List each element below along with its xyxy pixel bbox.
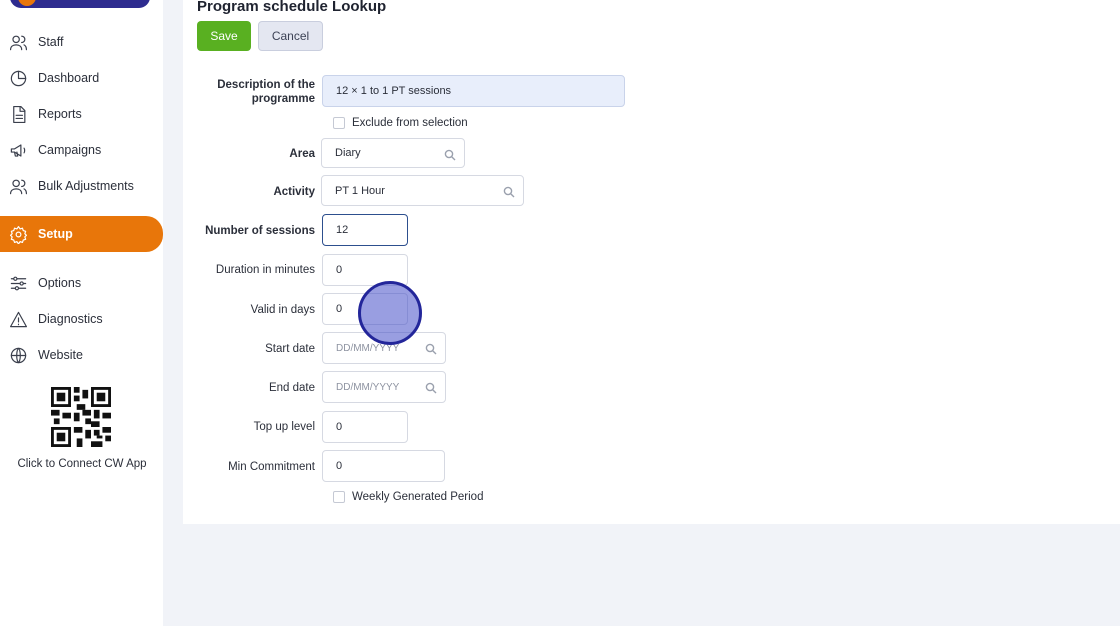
exclude-checkbox[interactable]: [333, 117, 345, 129]
sidebar-item-reports[interactable]: Reports: [0, 97, 163, 131]
min-commitment-input[interactable]: 0: [322, 450, 445, 482]
exclude-checkbox-row[interactable]: Exclude from selection: [333, 116, 468, 130]
search-icon[interactable]: [444, 149, 456, 161]
sidebar: Staff Dashboard Reports Campaigns Bulk A…: [0, 0, 163, 626]
top-up-label: Top up level: [253, 421, 315, 433]
logo-mark: [16, 0, 38, 8]
sidebar-item-label: Bulk Adjustments: [38, 179, 134, 193]
qr-code-icon[interactable]: [51, 387, 111, 447]
brand-logo[interactable]: [10, 0, 150, 8]
page-title: Program schedule Lookup: [197, 0, 387, 15]
document-icon: [8, 104, 28, 124]
duration-label: Duration in minutes: [215, 264, 315, 276]
end-date-label: End date: [268, 382, 315, 394]
sidebar-item-diagnostics[interactable]: Diagnostics: [0, 302, 163, 336]
exclude-label: Exclude from selection: [352, 117, 468, 129]
sessions-label: Number of sessions: [205, 225, 315, 237]
activity-label: Activity: [273, 186, 315, 198]
description-label: Description of the programme: [217, 79, 315, 105]
search-icon[interactable]: [425, 382, 437, 394]
sliders-icon: [8, 273, 28, 293]
area-label: Area: [289, 148, 315, 160]
sidebar-item-label: Staff: [38, 35, 64, 49]
users-icon: [8, 176, 28, 196]
search-icon[interactable]: [503, 186, 515, 198]
sidebar-item-campaigns[interactable]: Campaigns: [0, 133, 163, 167]
sidebar-item-options[interactable]: Options: [0, 266, 163, 300]
sidebar-item-bulk-adjustments[interactable]: Bulk Adjustments: [0, 169, 163, 203]
sidebar-item-label: Dashboard: [38, 71, 100, 85]
warning-icon: [8, 309, 28, 329]
sidebar-item-staff[interactable]: Staff: [0, 25, 163, 59]
sidebar-item-label: Setup: [38, 227, 73, 241]
end-date-field[interactable]: DD/MM/YYYY: [322, 371, 446, 403]
min-commitment-label: Min Commitment: [228, 461, 315, 473]
weekly-checkbox-row[interactable]: Weekly Generated Period: [333, 490, 483, 504]
description-field[interactable]: 12 × 1 to 1 PT sessions: [322, 75, 625, 107]
sidebar-item-label: Campaigns: [38, 143, 102, 157]
qr-caption[interactable]: Click to Connect CW App: [16, 457, 148, 471]
cancel-button[interactable]: Cancel: [258, 21, 323, 51]
weekly-label: Weekly Generated Period: [352, 491, 484, 503]
start-date-label: Start date: [265, 343, 315, 355]
sidebar-item-label: Diagnostics: [38, 312, 103, 326]
save-button[interactable]: Save: [197, 21, 251, 51]
weekly-checkbox[interactable]: [333, 491, 345, 503]
users-icon: [8, 32, 28, 52]
gear-icon: [8, 224, 28, 244]
pie-chart-icon: [8, 68, 28, 88]
activity-field[interactable]: PT 1 Hour: [321, 175, 524, 206]
top-up-input[interactable]: 0: [322, 411, 408, 443]
sidebar-item-setup[interactable]: Setup: [0, 216, 163, 252]
megaphone-icon: [8, 140, 28, 160]
end-date-placeholder: DD/MM/YYYY: [336, 381, 400, 393]
sidebar-item-website[interactable]: Website: [0, 338, 163, 372]
sessions-input[interactable]: 12: [322, 214, 408, 246]
activity-value: PT 1 Hour: [335, 184, 385, 197]
sidebar-item-label: Reports: [38, 107, 82, 121]
search-icon[interactable]: [425, 343, 437, 355]
sidebar-item-label: Website: [38, 348, 83, 362]
area-field[interactable]: Diary: [321, 138, 465, 168]
click-indicator: [358, 281, 422, 345]
area-value: Diary: [335, 147, 361, 159]
globe-icon: [8, 345, 28, 365]
sidebar-item-label: Options: [38, 276, 82, 290]
valid-days-label: Valid in days: [250, 304, 315, 316]
sidebar-item-dashboard[interactable]: Dashboard: [0, 61, 163, 95]
